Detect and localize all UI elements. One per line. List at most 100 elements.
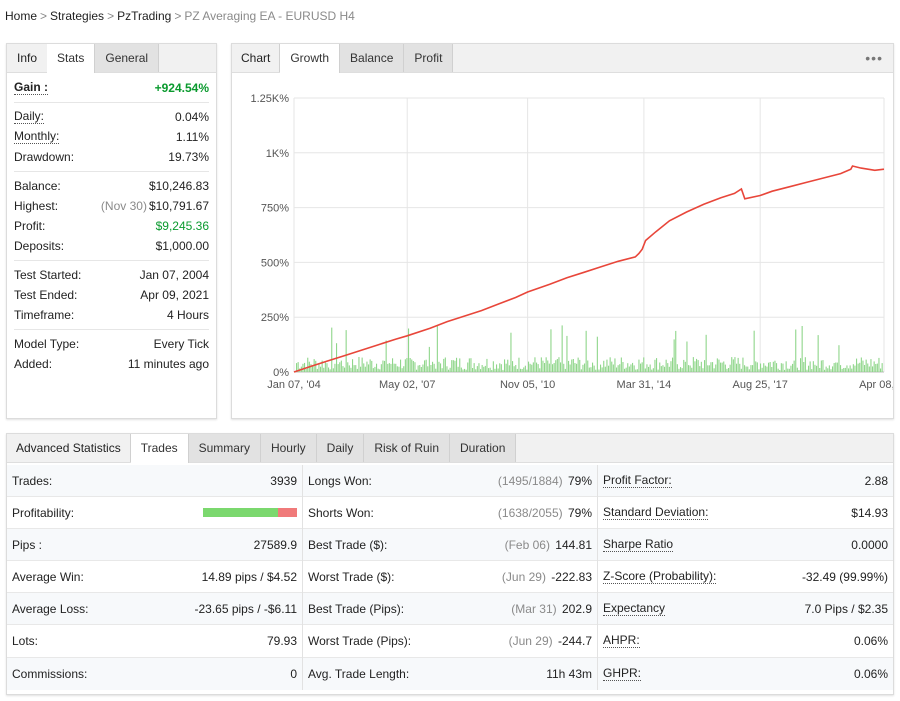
volume-bar: [848, 368, 850, 372]
volume-bar: [401, 368, 403, 372]
volume-bar: [496, 364, 498, 372]
volume-bar: [849, 365, 851, 372]
volume-bar: [792, 363, 794, 372]
volume-bar: [364, 366, 366, 372]
row-amount: -244.7: [557, 634, 592, 649]
volume-bar: [374, 366, 376, 372]
stat-label[interactable]: Monthly:: [14, 130, 60, 144]
tab-growth[interactable]: Growth: [280, 44, 341, 73]
trades-column-1: Trades: 3939 Profitability: Pips : 27589.9…: [7, 465, 303, 690]
volume-bar: [422, 364, 424, 372]
stat-label[interactable]: Gain :: [14, 81, 49, 95]
volume-bar: [691, 367, 693, 372]
row-value: (Mar 31) 202.9: [511, 602, 592, 616]
volume-bar: [844, 367, 846, 372]
row-label[interactable]: Z-Score (Probability):: [603, 569, 717, 584]
volume-bar: [540, 357, 542, 372]
row-value: -23.65 pips / -$6.11: [194, 601, 297, 616]
volume-bar: [872, 366, 874, 372]
tab-chart[interactable]: Chart: [232, 44, 281, 72]
stat-timeframe: Timeframe: 4 Hours: [14, 305, 209, 325]
volume-bar: [456, 357, 458, 372]
tab-risk-of-ruin[interactable]: Risk of Ruin: [364, 434, 451, 462]
row-label[interactable]: Standard Deviation:: [603, 505, 709, 520]
stats-group-test: Test Started: Jan 07, 2004 Test Ended: A…: [14, 261, 209, 330]
volume-bar: [483, 366, 485, 372]
tab-balance[interactable]: Balance: [340, 44, 405, 72]
tab-stats[interactable]: Stats: [47, 44, 96, 73]
row-label[interactable]: Sharpe Ratio: [603, 537, 674, 552]
volume-bar: [331, 327, 333, 372]
row-label: Trades:: [12, 473, 53, 488]
volume-bar: [824, 369, 826, 372]
stats-group-rates: Daily: 0.04% Monthly: 1.11% Drawdown: 19…: [14, 103, 209, 172]
breadcrumb-strategies[interactable]: Strategies: [50, 9, 104, 23]
tab-hourly[interactable]: Hourly: [260, 434, 317, 462]
volume-bar: [851, 368, 853, 372]
volume-bar: [739, 363, 741, 372]
table-row: Pips : 27589.9: [7, 529, 302, 562]
row-label[interactable]: GHPR:: [603, 666, 642, 681]
table-row: GHPR: 0.06%: [598, 657, 893, 690]
volume-bar: [580, 369, 582, 372]
volume-bar: [705, 334, 707, 372]
tab-advanced-statistics[interactable]: Advanced Statistics: [7, 434, 131, 462]
stat-model-type: Model Type: Every Tick: [14, 334, 209, 354]
row-label[interactable]: AHPR:: [603, 634, 640, 649]
volume-bar: [840, 365, 842, 372]
x-tick-label: May 02, '07: [379, 379, 436, 391]
row-label[interactable]: Expectancy: [603, 601, 666, 616]
volume-bar: [817, 335, 819, 372]
volume-bar: [736, 363, 738, 372]
table-row: Best Trade (Pips): (Mar 31) 202.9: [303, 593, 597, 626]
volume-bar: [665, 359, 667, 372]
volume-bar: [449, 367, 451, 372]
volume-bar: [881, 363, 883, 372]
breadcrumb-home[interactable]: Home: [5, 9, 37, 23]
volume-bar: [697, 360, 699, 372]
adv-tabbar: Advanced Statistics Trades Summary Hourl…: [7, 434, 893, 463]
volume-bar: [689, 365, 691, 372]
volume-bar: [553, 363, 555, 372]
volume-bar: [814, 364, 816, 372]
volume-bar: [545, 357, 547, 372]
volume-bar: [377, 368, 379, 372]
volume-bar: [780, 363, 782, 372]
volume-bar: [718, 359, 720, 372]
stat-value: $9,245.36: [155, 219, 209, 233]
volume-bar: [793, 360, 795, 372]
volume-bar: [782, 363, 784, 372]
volume-bar: [760, 363, 762, 372]
more-dots-icon[interactable]: •••: [865, 50, 883, 66]
stat-label[interactable]: Daily:: [14, 110, 45, 124]
tab-profit[interactable]: Profit: [404, 44, 454, 72]
stat-label: Highest:: [14, 199, 59, 213]
stat-daily: Daily: 0.04%: [14, 107, 209, 127]
tab-summary[interactable]: Summary: [188, 434, 261, 462]
tab-daily[interactable]: Daily: [316, 434, 365, 462]
volume-bar: [480, 369, 482, 372]
tab-general[interactable]: General: [95, 44, 160, 72]
volume-bar: [337, 364, 339, 372]
volume-bar: [465, 369, 467, 372]
volume-bar: [582, 364, 584, 372]
volume-bar: [764, 365, 766, 372]
row-label: Profitability:: [12, 505, 75, 520]
stat-value: 11 minutes ago: [127, 357, 209, 371]
row-value: 14.89 pips / $4.52: [201, 569, 297, 584]
volume-bar: [350, 367, 352, 372]
volume-bar: [673, 339, 675, 372]
tab-trades[interactable]: Trades: [130, 434, 189, 463]
volume-bar: [446, 366, 448, 372]
volume-bar: [481, 365, 483, 372]
volume-bar: [726, 368, 728, 372]
breadcrumb-pztrading[interactable]: PzTrading: [117, 9, 171, 23]
volume-bar: [500, 364, 502, 372]
volume-bar: [627, 363, 629, 372]
volume-bar: [334, 363, 336, 372]
tab-info[interactable]: Info: [7, 44, 47, 72]
row-label[interactable]: Profit Factor:: [603, 473, 672, 488]
volume-bar: [688, 365, 690, 372]
volume-bar: [638, 359, 640, 372]
tab-duration[interactable]: Duration: [450, 434, 517, 462]
